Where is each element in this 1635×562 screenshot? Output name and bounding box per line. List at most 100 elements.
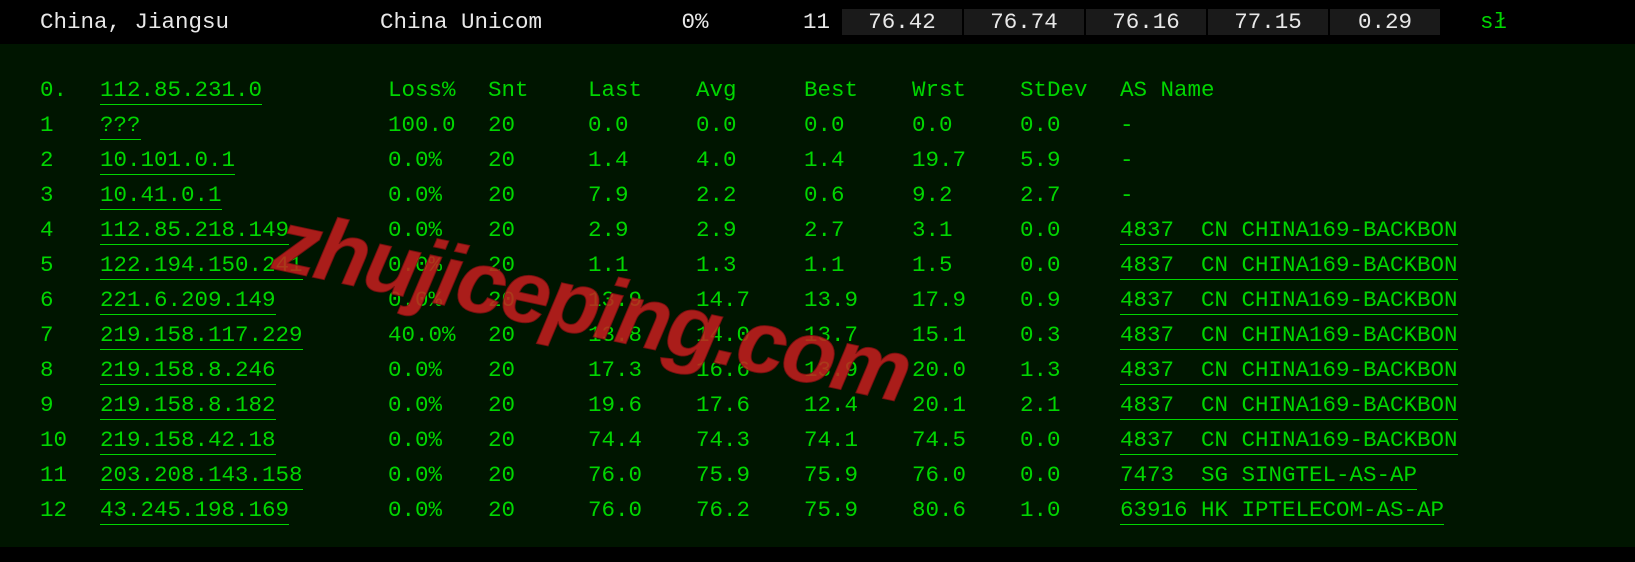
hop-snt: 20 — [488, 182, 588, 208]
hop-as: - — [1120, 182, 1635, 208]
hop-stdev: 0.0 — [1020, 462, 1120, 488]
hop-loss: 100.0 — [388, 112, 488, 138]
hop-avg: 1.3 — [696, 252, 804, 278]
hop-loss: 0.0% — [388, 287, 488, 313]
traceroute-table: 0. 112.85.231.0 Loss% Snt Last Avg Best … — [0, 44, 1635, 547]
hop-last: 76.0 — [588, 462, 696, 488]
hop-number: 2 — [40, 147, 100, 173]
hop-as: - — [1120, 147, 1635, 173]
summary-right: sł — [1440, 9, 1635, 35]
table-row: 9219.158.8.1820.0%2019.617.612.420.12.14… — [40, 387, 1635, 422]
header-snt: Snt — [488, 77, 588, 103]
hop-as[interactable]: 63916 HK IPTELECOM-AS-AP — [1120, 497, 1635, 523]
hop-ip[interactable]: ??? — [100, 112, 388, 138]
hop-avg: 75.9 — [696, 462, 804, 488]
hop-wrst: 20.1 — [912, 392, 1020, 418]
table-row: 1243.245.198.1690.0%2076.076.275.980.61.… — [40, 492, 1635, 527]
hop-as[interactable]: 4837 CN CHINA169-BACKBON — [1120, 322, 1635, 348]
hop-avg: 0.0 — [696, 112, 804, 138]
hop-as[interactable]: 4837 CN CHINA169-BACKBON — [1120, 287, 1635, 313]
hop-ip[interactable]: 219.158.8.246 — [100, 357, 388, 383]
hop-wrst: 3.1 — [912, 217, 1020, 243]
hop-as[interactable]: 4837 CN CHINA169-BACKBON — [1120, 357, 1635, 383]
hop-snt: 20 — [488, 217, 588, 243]
table-row: 5122.194.150.2410.0%201.11.31.11.50.0483… — [40, 247, 1635, 282]
hop-ip[interactable]: 221.6.209.149 — [100, 287, 388, 313]
header-hop: 0. — [40, 77, 100, 103]
hop-last: 1.4 — [588, 147, 696, 173]
hop-best: 0.6 — [804, 182, 912, 208]
hop-ip[interactable]: 122.194.150.241 — [100, 252, 388, 278]
hop-as[interactable]: 4837 CN CHINA169-BACKBON — [1120, 392, 1635, 418]
table-row: 10219.158.42.180.0%2074.474.374.174.50.0… — [40, 422, 1635, 457]
hop-stdev: 2.1 — [1020, 392, 1120, 418]
summary-best: 76.16 — [1084, 9, 1206, 35]
hop-ip[interactable]: 112.85.218.149 — [100, 217, 388, 243]
hop-as[interactable]: 4837 CN CHINA169-BACKBON — [1120, 427, 1635, 453]
header-ip: 112.85.231.0 — [100, 77, 388, 103]
hop-best: 13.7 — [804, 322, 912, 348]
hop-avg: 16.6 — [696, 357, 804, 383]
hop-wrst: 76.0 — [912, 462, 1020, 488]
table-row: 1???100.0200.00.00.00.00.0- — [40, 107, 1635, 142]
hop-number: 4 — [40, 217, 100, 243]
hop-ip[interactable]: 203.208.143.158 — [100, 462, 388, 488]
hop-snt: 20 — [488, 427, 588, 453]
hop-number: 12 — [40, 497, 100, 523]
hop-best: 13.9 — [804, 287, 912, 313]
hop-avg: 4.0 — [696, 147, 804, 173]
hop-last: 19.6 — [588, 392, 696, 418]
hop-loss: 0.0% — [388, 182, 488, 208]
hop-ip[interactable]: 219.158.8.182 — [100, 392, 388, 418]
hop-as: - — [1120, 112, 1635, 138]
header-as: AS Name — [1120, 77, 1635, 103]
summary-snt: 11 — [760, 9, 840, 35]
hop-as[interactable]: 4837 CN CHINA169-BACKBON — [1120, 217, 1635, 243]
hop-last: 2.9 — [588, 217, 696, 243]
hop-avg: 2.9 — [696, 217, 804, 243]
hop-avg: 14.0 — [696, 322, 804, 348]
header-stdev: StDev — [1020, 77, 1120, 103]
table-row: 310.41.0.10.0%207.92.20.69.22.7- — [40, 177, 1635, 212]
summary-location: China, Jiangsu — [40, 9, 380, 35]
hop-best: 0.0 — [804, 112, 912, 138]
table-row: 6221.6.209.1490.0%2013.914.713.917.90.94… — [40, 282, 1635, 317]
hop-number: 7 — [40, 322, 100, 348]
hop-best: 1.1 — [804, 252, 912, 278]
hop-stdev: 0.0 — [1020, 112, 1120, 138]
hop-number: 6 — [40, 287, 100, 313]
hop-avg: 14.7 — [696, 287, 804, 313]
hop-loss: 0.0% — [388, 357, 488, 383]
hop-snt: 20 — [488, 462, 588, 488]
table-row: 8219.158.8.2460.0%2017.316.613.920.01.34… — [40, 352, 1635, 387]
hop-best: 12.4 — [804, 392, 912, 418]
hop-loss: 0.0% — [388, 147, 488, 173]
summary-last: 76.42 — [840, 9, 962, 35]
hop-ip[interactable]: 10.101.0.1 — [100, 147, 388, 173]
hop-ip[interactable]: 43.245.198.169 — [100, 497, 388, 523]
table-row: 210.101.0.10.0%201.44.01.419.75.9- — [40, 142, 1635, 177]
hop-best: 75.9 — [804, 497, 912, 523]
hop-best: 13.9 — [804, 357, 912, 383]
summary-wrst: 77.15 — [1206, 9, 1328, 35]
hop-stdev: 0.0 — [1020, 217, 1120, 243]
header-loss: Loss% — [388, 77, 488, 103]
hop-ip[interactable]: 219.158.42.18 — [100, 427, 388, 453]
hop-snt: 20 — [488, 497, 588, 523]
hop-wrst: 0.0 — [912, 112, 1020, 138]
hop-last: 13.9 — [588, 287, 696, 313]
hop-snt: 20 — [488, 357, 588, 383]
hop-number: 8 — [40, 357, 100, 383]
hop-as[interactable]: 4837 CN CHINA169-BACKBON — [1120, 252, 1635, 278]
header-wrst: Wrst — [912, 77, 1020, 103]
hop-as[interactable]: 7473 SG SINGTEL-AS-AP — [1120, 462, 1635, 488]
hop-snt: 20 — [488, 252, 588, 278]
hop-loss: 0.0% — [388, 392, 488, 418]
hop-last: 76.0 — [588, 497, 696, 523]
hop-best: 74.1 — [804, 427, 912, 453]
hop-number: 10 — [40, 427, 100, 453]
hop-ip[interactable]: 219.158.117.229 — [100, 322, 388, 348]
hop-snt: 20 — [488, 112, 588, 138]
hop-wrst: 19.7 — [912, 147, 1020, 173]
hop-ip[interactable]: 10.41.0.1 — [100, 182, 388, 208]
